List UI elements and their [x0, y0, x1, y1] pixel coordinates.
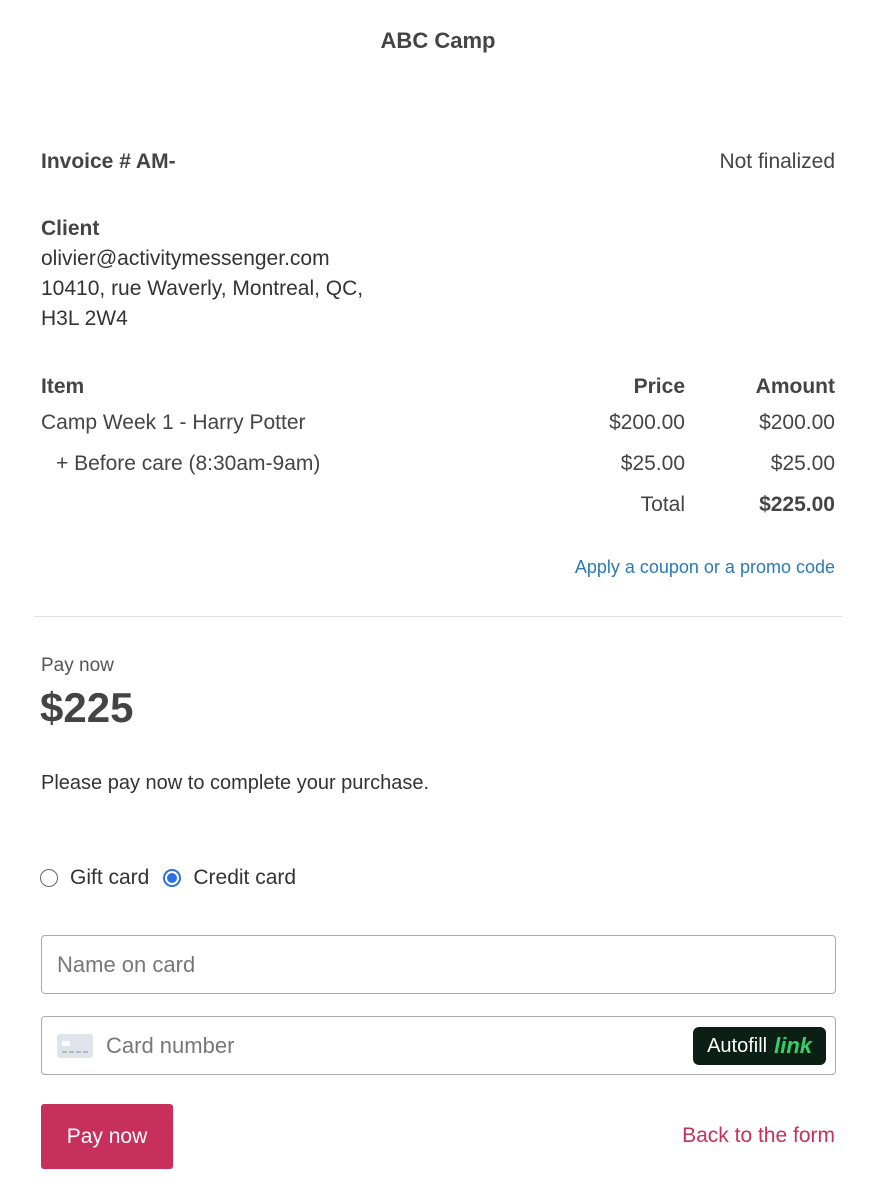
row-amount: $25.00: [770, 451, 835, 475]
card-number-input[interactable]: Card number Autofill link: [41, 1016, 836, 1075]
total-row: Total $225.00: [41, 484, 835, 525]
client-address-line1: 10410, rue Waverly, Montreal, QC,: [41, 277, 364, 300]
pay-now-button[interactable]: Pay now: [41, 1104, 173, 1169]
row-price: $25.00: [620, 451, 685, 475]
row-item: + Before care (8:30am-9am): [56, 451, 321, 475]
credit-card-option[interactable]: Credit card: [163, 866, 296, 890]
back-to-form-link[interactable]: Back to the form: [682, 1124, 835, 1148]
invoice-status: Not finalized: [719, 150, 835, 173]
page-title: ABC Camp: [380, 28, 496, 53]
client-address-line2: H3L 2W4: [41, 307, 128, 330]
table-row: + Before care (8:30am-9am) $25.00 $25.00: [41, 443, 835, 484]
link-logo: link: [774, 1033, 812, 1058]
coupon-link[interactable]: Apply a coupon or a promo code: [575, 557, 835, 578]
name-on-card-placeholder: Name on card: [57, 951, 196, 977]
autofill-link-button[interactable]: Autofill link: [693, 1027, 826, 1065]
table-row: Camp Week 1 - Harry Potter $200.00 $200.…: [41, 402, 835, 443]
column-header-amount: Amount: [755, 375, 835, 398]
total-amount: $225.00: [759, 492, 835, 516]
row-amount: $200.00: [759, 410, 835, 434]
credit-card-icon: [57, 1033, 93, 1058]
pay-amount: $225: [40, 684, 134, 731]
gift-card-label: Gift card: [70, 866, 150, 889]
items-table: Item Price Amount Camp Week 1 - Harry Po…: [41, 372, 835, 525]
column-header-item: Item: [41, 375, 85, 398]
column-header-price: Price: [633, 375, 685, 398]
table-header: Item Price Amount: [41, 372, 835, 402]
credit-card-label: Credit card: [193, 866, 297, 889]
invoice-number: Invoice # AM-: [41, 150, 176, 173]
total-label: Total: [640, 492, 685, 516]
gift-card-option[interactable]: Gift card: [40, 866, 149, 890]
row-price: $200.00: [609, 410, 685, 434]
row-item: Camp Week 1 - Harry Potter: [41, 410, 306, 434]
client-heading: Client: [41, 217, 100, 240]
card-number-placeholder: Card number: [106, 1032, 235, 1058]
gift-card-radio[interactable]: [40, 869, 58, 887]
divider: [34, 616, 843, 617]
name-on-card-input[interactable]: Name on card: [41, 935, 836, 994]
pay-now-label: Pay now: [41, 655, 114, 676]
client-block: Client olivier@activitymessenger.com 104…: [41, 214, 363, 334]
client-email: olivier@activitymessenger.com: [41, 247, 330, 270]
pay-note: Please pay now to complete your purchase…: [41, 772, 429, 794]
credit-card-radio[interactable]: [163, 869, 182, 887]
invoice-header: Invoice # AM- Not finalized: [41, 150, 835, 174]
autofill-label: Autofill: [707, 1034, 768, 1057]
payment-method-group: Gift card Credit card: [40, 866, 310, 890]
